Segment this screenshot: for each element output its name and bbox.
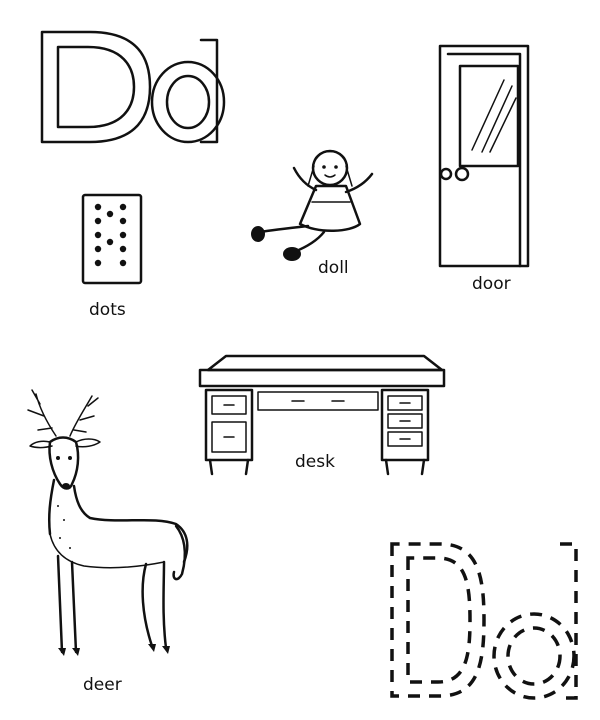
trace-lower-d	[492, 542, 578, 700]
trace-upper-d	[390, 542, 486, 698]
worksheet-page: dots doll door desk deer	[0, 0, 600, 720]
tracing-letters	[390, 542, 578, 700]
